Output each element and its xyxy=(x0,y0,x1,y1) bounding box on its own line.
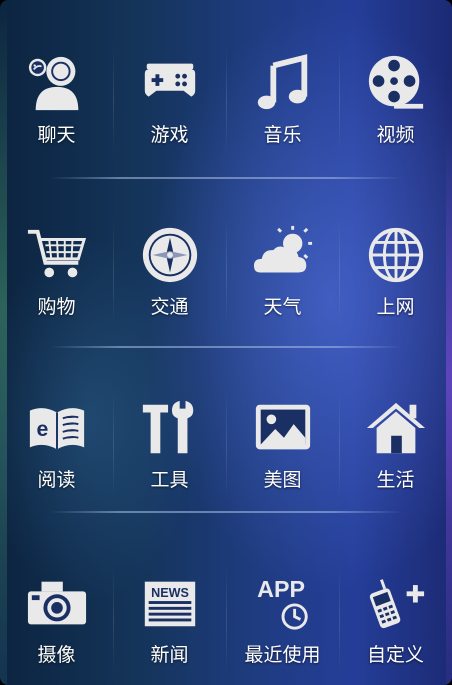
house-icon xyxy=(363,395,429,461)
newspaper-label: NEWS xyxy=(151,586,189,600)
app-games[interactable]: 游戏 xyxy=(113,40,226,160)
app-chat[interactable]: 聊天 xyxy=(0,40,113,160)
app-row-1: 聊天 游戏 音乐 视频 xyxy=(0,40,452,190)
phone-add-icon xyxy=(363,570,429,636)
row-divider xyxy=(50,511,402,513)
app-label: 游戏 xyxy=(150,124,189,146)
app-label: 新闻 xyxy=(150,644,189,666)
open-book-icon: e xyxy=(24,395,90,461)
gamepad-icon xyxy=(137,50,203,116)
app-internet[interactable]: 上网 xyxy=(339,212,452,332)
app-label: 上网 xyxy=(376,296,415,318)
app-recent-icon: APP xyxy=(250,570,316,636)
compass-icon xyxy=(137,222,203,288)
app-label: 聊天 xyxy=(37,124,76,146)
app-label: 生活 xyxy=(376,469,415,491)
film-reel-icon xyxy=(363,50,429,116)
newspaper-icon: NEWS xyxy=(137,570,203,636)
app-icon-text: APP xyxy=(257,576,305,602)
globe-icon xyxy=(363,222,429,288)
app-photos[interactable]: 美图 xyxy=(226,385,339,505)
app-launcher-screen: 聊天 游戏 音乐 视频 购物 交通 天气 上网 e 阅读 工具 美图 生活 摄像… xyxy=(0,0,452,685)
chat-person-icon xyxy=(24,50,90,116)
app-grid: 聊天 游戏 音乐 视频 购物 交通 天气 上网 e 阅读 工具 美图 生活 摄像… xyxy=(0,0,452,685)
app-label: 交通 xyxy=(150,296,189,318)
app-label: 最近使用 xyxy=(244,644,321,666)
app-video[interactable]: 视频 xyxy=(339,40,452,160)
app-customize[interactable]: 自定义 xyxy=(339,560,452,680)
app-camera[interactable]: 摄像 xyxy=(0,560,113,680)
row-divider xyxy=(50,346,402,348)
weather-sun-cloud-icon xyxy=(250,222,316,288)
music-note-icon xyxy=(250,50,316,116)
app-label: 摄像 xyxy=(37,644,76,666)
app-life[interactable]: 生活 xyxy=(339,385,452,505)
app-row-4: 摄像 NEWS 新闻 APP 最近使用 自定义 xyxy=(0,560,452,685)
app-row-2: 购物 交通 天气 上网 xyxy=(0,212,452,362)
app-traffic[interactable]: 交通 xyxy=(113,212,226,332)
row-divider xyxy=(50,177,402,179)
app-label: 音乐 xyxy=(263,124,302,146)
app-label: 视频 xyxy=(376,124,415,146)
app-recent[interactable]: APP 最近使用 xyxy=(226,560,339,680)
app-weather[interactable]: 天气 xyxy=(226,212,339,332)
app-label: 工具 xyxy=(150,469,189,491)
app-music[interactable]: 音乐 xyxy=(226,40,339,160)
app-tools[interactable]: 工具 xyxy=(113,385,226,505)
app-reading[interactable]: e 阅读 xyxy=(0,385,113,505)
tools-icon xyxy=(137,395,203,461)
app-label: 美图 xyxy=(263,469,302,491)
app-news[interactable]: NEWS 新闻 xyxy=(113,560,226,680)
camera-icon xyxy=(24,570,90,636)
app-label: 阅读 xyxy=(37,469,76,491)
app-label: 天气 xyxy=(263,296,302,318)
picture-icon xyxy=(250,395,316,461)
app-shopping[interactable]: 购物 xyxy=(0,212,113,332)
shopping-cart-icon xyxy=(24,222,90,288)
app-label: 购物 xyxy=(37,296,76,318)
app-label: 自定义 xyxy=(366,644,424,666)
book-letter: e xyxy=(36,417,48,441)
